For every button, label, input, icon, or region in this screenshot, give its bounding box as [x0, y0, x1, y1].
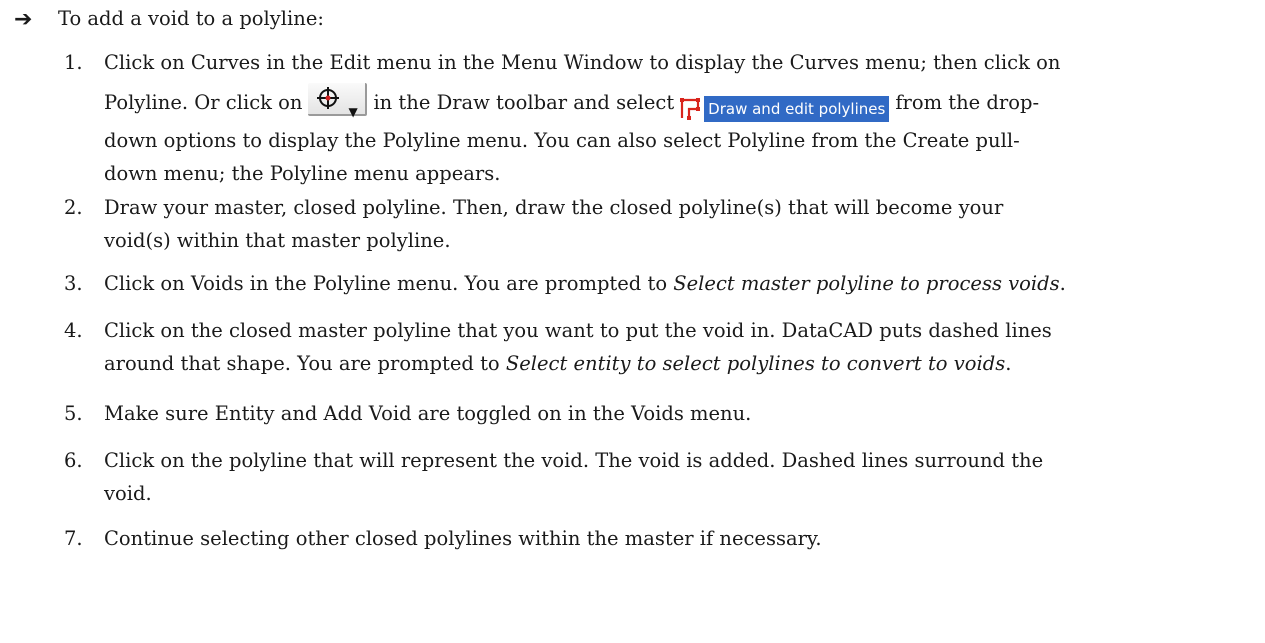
right-arrow-icon: ➔: [14, 7, 33, 32]
step-line: Click on Voids in the Polyline menu. You…: [104, 267, 1259, 301]
step-text: Click on Voids in the Polyline menu. You…: [104, 267, 1259, 301]
step-number: 2.: [64, 196, 83, 219]
step-line: Continue selecting other closed polyline…: [104, 527, 822, 550]
step-text-part: .: [1005, 352, 1012, 375]
step-line: void(s) within that master polyline.: [104, 229, 451, 252]
step-line: around that shape. You are prompted to S…: [104, 347, 1259, 380]
step-line: down menu; the Polyline menu appears.: [104, 162, 501, 185]
chevron-down-icon: ▼: [348, 105, 358, 119]
step-line: Click on the polyline that will represen…: [104, 449, 1044, 472]
menu-option-label: Draw and edit polylines: [704, 96, 890, 122]
step-text-part: Polyline. Or click on: [104, 91, 303, 114]
step-number: 1.: [64, 51, 83, 74]
step-text-part: around that shape. You are prompted to: [104, 352, 506, 375]
step-text: Click on Curves in the Edit menu in the …: [104, 46, 1259, 190]
step-text-part: from the drop-: [895, 91, 1040, 114]
crosshair-icon: [317, 87, 340, 109]
polyline-icon: [678, 96, 705, 122]
draw-toolbar-button[interactable]: ▼: [308, 83, 368, 119]
step-line: Make sure Entity and Add Void are toggle…: [104, 402, 752, 425]
step-line: Polyline. Or click on ▼ in the Draw toolb…: [104, 82, 1259, 124]
prompt-text: Select master polyline to process voids: [673, 272, 1060, 295]
step-text: Continue selecting other closed polyline…: [104, 522, 1259, 556]
step-line: down options to display the Polyline men…: [104, 129, 1020, 152]
step-line: void.: [104, 482, 152, 505]
step-text: Draw your master, closed polyline. Then,…: [104, 191, 1259, 257]
step-text-part: .: [1059, 272, 1066, 295]
step-text-part: Click on Voids in the Polyline menu. You…: [104, 272, 674, 295]
step-number: 3.: [64, 272, 83, 295]
step-number: 4.: [64, 319, 83, 342]
step-number: 5.: [64, 402, 83, 425]
step-number: 6.: [64, 449, 83, 472]
step-line: Click on the closed master polyline that…: [104, 319, 1052, 342]
step-number: 7.: [64, 527, 83, 550]
heading-text: To add a void to a polyline:: [58, 7, 324, 30]
step-text: Click on the polyline that will represen…: [104, 444, 1259, 510]
procedure-heading: ➔ To add a void to a polyline:: [14, 4, 324, 35]
step-line: Draw your master, closed polyline. Then,…: [104, 196, 1004, 219]
step-text-part: in the Draw toolbar and select: [373, 91, 675, 114]
document-page: ➔ To add a void to a polyline: 1. Click o…: [0, 0, 1265, 643]
step-line: Click on Curves in the Edit menu in the …: [104, 51, 1061, 74]
step-text: Click on the closed master polyline that…: [104, 314, 1259, 380]
prompt-text: Select entity to select polylines to con…: [505, 352, 1006, 375]
draw-and-edit-polylines-option[interactable]: Draw and edit polylines: [678, 96, 890, 122]
step-text: Make sure Entity and Add Void are toggle…: [104, 397, 1259, 431]
